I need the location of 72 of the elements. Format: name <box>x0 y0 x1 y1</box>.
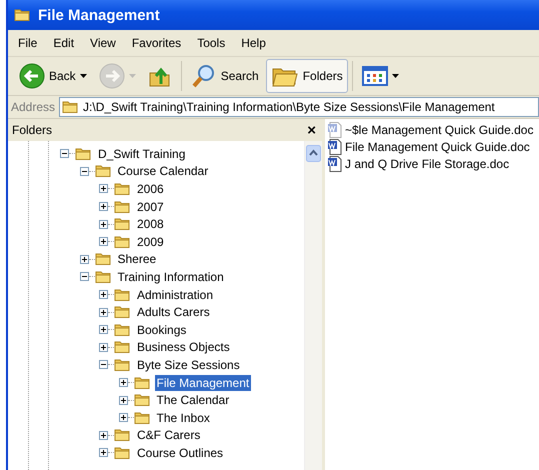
folder-icon <box>134 374 152 391</box>
folders-button[interactable]: Folders <box>266 59 348 93</box>
file-name[interactable]: ~$le Management Quick Guide.doc <box>345 122 534 136</box>
menu-item[interactable]: File <box>10 36 46 50</box>
collapse-icon[interactable] <box>80 272 88 282</box>
tree-item[interactable]: Course Outlines <box>135 444 226 461</box>
expand-icon[interactable] <box>99 202 108 212</box>
tree-item[interactable]: Administration <box>135 286 216 303</box>
dropdown-caret-icon <box>392 74 399 78</box>
tree-item[interactable]: Training Information <box>116 268 226 285</box>
tree-item[interactable]: Byte Size Sessions <box>135 356 242 373</box>
tree-item[interactable]: Business Objects <box>135 339 232 356</box>
tree-item[interactable]: The Inbox <box>154 410 212 426</box>
tree-item[interactable]: 2009 <box>135 234 166 250</box>
tree-item[interactable]: C&F Carers <box>135 427 202 444</box>
expand-icon[interactable] <box>99 325 108 334</box>
expand-icon[interactable] <box>99 342 108 352</box>
window-title: File Management <box>38 6 160 24</box>
dropdown-caret-icon <box>128 74 136 78</box>
tree-item[interactable]: 2006 <box>135 180 166 197</box>
tree-item[interactable]: File Management <box>154 374 252 391</box>
folder-icon <box>114 444 132 461</box>
tree-item[interactable]: Course Calendar <box>116 163 210 180</box>
close-button[interactable]: × <box>307 122 316 138</box>
expand-icon[interactable] <box>80 254 88 264</box>
tree-item[interactable]: 2007 <box>135 198 166 215</box>
folder-icon <box>114 286 132 303</box>
folder-icon <box>114 180 132 197</box>
folder-icon <box>114 198 132 215</box>
tree-item[interactable]: D_Swift Training <box>96 146 188 162</box>
tree-item[interactable]: Sheree <box>116 251 158 268</box>
expand-icon[interactable] <box>99 237 108 246</box>
tree-item[interactable]: 2008 <box>135 216 166 232</box>
menu-item[interactable]: Tools <box>189 36 234 50</box>
pane-title: Folders <box>12 123 52 137</box>
tree-item[interactable]: Bookings <box>135 322 188 338</box>
search-icon <box>190 63 217 89</box>
address-field[interactable]: J:\D_Swift Training\Training Information\Byte Size Sessions\File Management <box>59 97 539 117</box>
file-name[interactable]: File Management Quick Guide.doc <box>345 140 530 154</box>
folder-icon <box>114 356 132 373</box>
collapse-icon[interactable] <box>60 149 69 158</box>
scroll-up-button[interactable] <box>306 145 321 162</box>
expand-icon[interactable] <box>118 413 128 422</box>
folder-icon <box>62 99 80 115</box>
expand-icon[interactable] <box>99 220 108 229</box>
search-button[interactable]: Search <box>186 59 264 93</box>
expand-icon[interactable] <box>99 308 108 317</box>
expand-icon[interactable] <box>99 290 108 300</box>
address-label: Address <box>11 100 56 114</box>
folder-icon <box>114 322 132 338</box>
back-button[interactable]: Back <box>14 59 92 93</box>
menu-item[interactable]: Favorites <box>124 36 190 50</box>
folder-icon <box>14 7 32 23</box>
expand-icon[interactable] <box>99 184 108 194</box>
folder-icon <box>94 268 112 285</box>
expand-icon[interactable] <box>99 430 108 440</box>
tree-item[interactable]: Adults Carers <box>135 304 212 320</box>
menu-item[interactable]: Edit <box>45 36 82 50</box>
tree-item[interactable]: The Calendar <box>154 392 232 408</box>
collapse-icon[interactable] <box>99 360 108 370</box>
expand-icon[interactable] <box>118 396 128 405</box>
folder-icon <box>134 410 152 426</box>
expand-icon[interactable] <box>118 378 128 388</box>
views-icon <box>362 66 388 86</box>
expand-icon[interactable] <box>99 448 108 458</box>
dropdown-caret-icon <box>80 74 87 78</box>
file-name[interactable]: J and Q Drive File Storage.doc <box>345 156 510 170</box>
collapse-icon[interactable] <box>80 166 88 176</box>
menu-item[interactable]: Help <box>233 36 274 50</box>
folder-icon <box>114 234 132 250</box>
menu-item[interactable]: View <box>82 36 124 50</box>
folder-icon <box>75 146 93 162</box>
